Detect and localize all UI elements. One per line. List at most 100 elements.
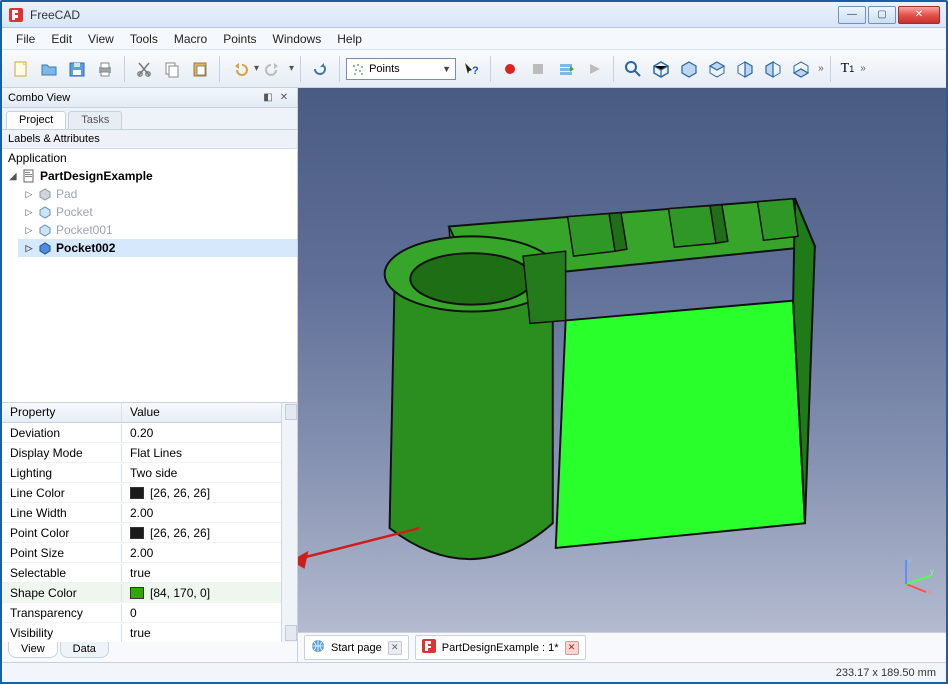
- property-row[interactable]: Deviation0.20: [2, 423, 281, 443]
- toolbar-separator: [339, 56, 340, 82]
- svg-text:y: y: [930, 567, 934, 576]
- close-tab-icon[interactable]: ✕: [565, 641, 579, 655]
- toolbar-separator: [219, 56, 220, 82]
- macro-record-icon[interactable]: [497, 56, 523, 82]
- property-row[interactable]: Selectabletrue: [2, 563, 281, 583]
- property-col-value: Value: [122, 403, 168, 422]
- redo-icon[interactable]: [261, 56, 287, 82]
- rear-view-icon[interactable]: [760, 56, 786, 82]
- axo-view-icon[interactable]: [648, 56, 674, 82]
- property-row[interactable]: Point Size2.00: [2, 543, 281, 563]
- statusbar: 233.17 x 189.50 mm: [2, 662, 946, 682]
- tree-root[interactable]: Application: [2, 149, 297, 167]
- toolbar-overflow-icon[interactable]: »: [860, 63, 866, 74]
- property-bottom-tabs: View Data: [2, 642, 297, 662]
- feature-icon: [38, 187, 52, 201]
- undock-icon[interactable]: ◧: [261, 91, 275, 105]
- menu-points[interactable]: Points: [215, 30, 264, 48]
- menu-view[interactable]: View: [80, 30, 122, 48]
- tree-item-pocket001[interactable]: ▷ Pocket001: [18, 221, 297, 239]
- property-row[interactable]: Visibilitytrue: [2, 623, 281, 642]
- menu-edit[interactable]: Edit: [43, 30, 80, 48]
- property-table: Property Value Deviation0.20 Display Mod…: [2, 403, 281, 642]
- menu-windows[interactable]: Windows: [265, 30, 330, 48]
- chevron-down-icon: ▼: [442, 64, 451, 74]
- property-scrollbar[interactable]: [281, 403, 297, 642]
- freecad-icon: [422, 639, 436, 656]
- menu-help[interactable]: Help: [329, 30, 370, 48]
- undo-icon[interactable]: [226, 56, 252, 82]
- tree-item-pad[interactable]: ▷ Pad: [18, 185, 297, 203]
- workbench-selector[interactable]: Points ▼: [346, 58, 456, 80]
- close-panel-icon[interactable]: ✕: [277, 91, 291, 105]
- toolbar-separator: [124, 56, 125, 82]
- refresh-icon[interactable]: [307, 56, 333, 82]
- property-row[interactable]: Display ModeFlat Lines: [2, 443, 281, 463]
- front-view-icon[interactable]: [676, 56, 702, 82]
- svg-text:?: ?: [472, 65, 479, 77]
- tree-item-pocket[interactable]: ▷ Pocket: [18, 203, 297, 221]
- combo-tabs: Project Tasks: [2, 108, 297, 130]
- undo-dropdown-icon[interactable]: ▾: [254, 63, 259, 74]
- document-tabs: Start page ✕ PartDesignExample : 1* ✕: [298, 632, 946, 662]
- new-icon[interactable]: [8, 56, 34, 82]
- globe-icon: [311, 639, 325, 656]
- tab-project[interactable]: Project: [6, 111, 66, 129]
- color-swatch: [130, 487, 144, 499]
- expand-icon[interactable]: ▷: [24, 243, 34, 254]
- minimize-button[interactable]: —: [838, 6, 866, 24]
- titlebar: FreeCAD — ▢ ✕: [2, 2, 946, 28]
- macro-play-icon[interactable]: [581, 56, 607, 82]
- redo-dropdown-icon[interactable]: ▾: [289, 63, 294, 74]
- right-view-icon[interactable]: [732, 56, 758, 82]
- app-window: FreeCAD — ▢ ✕ File Edit View Tools Macro…: [0, 0, 948, 684]
- tab-data[interactable]: Data: [60, 642, 109, 658]
- expand-icon[interactable]: ◢: [8, 171, 18, 182]
- doc-tab-active[interactable]: PartDesignExample : 1* ✕: [415, 635, 586, 660]
- tab-tasks[interactable]: Tasks: [68, 111, 122, 129]
- tree-item-pocket002[interactable]: ▷ Pocket002: [18, 239, 297, 257]
- menu-tools[interactable]: Tools: [122, 30, 166, 48]
- doc-tab-start[interactable]: Start page ✕: [304, 635, 409, 660]
- toolbar-overflow-icon[interactable]: »: [818, 63, 824, 74]
- bottom-view-icon[interactable]: [788, 56, 814, 82]
- whatsthis-icon[interactable]: ?: [458, 56, 484, 82]
- property-row[interactable]: Point Color[26, 26, 26]: [2, 523, 281, 543]
- 3d-viewport[interactable]: x y z: [298, 88, 946, 632]
- cut-icon[interactable]: [131, 56, 157, 82]
- maximize-button[interactable]: ▢: [868, 6, 896, 24]
- expand-icon[interactable]: ▷: [24, 207, 34, 218]
- top-view-icon[interactable]: [704, 56, 730, 82]
- save-icon[interactable]: [64, 56, 90, 82]
- expand-icon[interactable]: ▷: [24, 189, 34, 200]
- tab-view[interactable]: View: [8, 642, 58, 658]
- open-icon[interactable]: [36, 56, 62, 82]
- expand-icon[interactable]: ▷: [24, 225, 34, 236]
- document-icon: [22, 169, 36, 183]
- tree-document[interactable]: ◢ PartDesignExample: [2, 167, 297, 185]
- property-row[interactable]: Transparency0: [2, 603, 281, 623]
- toolbar-separator: [830, 56, 831, 82]
- close-button[interactable]: ✕: [898, 6, 940, 24]
- paste-icon[interactable]: [187, 56, 213, 82]
- macro-stop-icon[interactable]: [525, 56, 551, 82]
- text-tool-icon[interactable]: T1: [841, 61, 855, 77]
- fit-all-icon[interactable]: [620, 56, 646, 82]
- property-row[interactable]: LightingTwo side: [2, 463, 281, 483]
- menu-macro[interactable]: Macro: [166, 30, 215, 48]
- close-tab-icon[interactable]: ✕: [388, 641, 402, 655]
- tree-header: Labels & Attributes: [2, 130, 297, 149]
- property-row[interactable]: Line Width2.00: [2, 503, 281, 523]
- menu-file[interactable]: File: [8, 30, 43, 48]
- copy-icon[interactable]: [159, 56, 185, 82]
- feature-icon: [38, 205, 52, 219]
- combo-view-title: Combo View: [8, 92, 70, 104]
- tree-view[interactable]: Application ◢ PartDesignExample ▷ Pad ▷ …: [2, 149, 297, 402]
- property-row-shape-color[interactable]: Shape Color[84, 170, 0]: [2, 583, 281, 603]
- feature-icon: [38, 223, 52, 237]
- svg-text:x: x: [928, 587, 932, 594]
- main-area: Combo View ◧ ✕ Project Tasks Labels & At…: [2, 88, 946, 662]
- macro-list-icon[interactable]: [553, 56, 579, 82]
- property-row[interactable]: Line Color[26, 26, 26]: [2, 483, 281, 503]
- print-icon[interactable]: [92, 56, 118, 82]
